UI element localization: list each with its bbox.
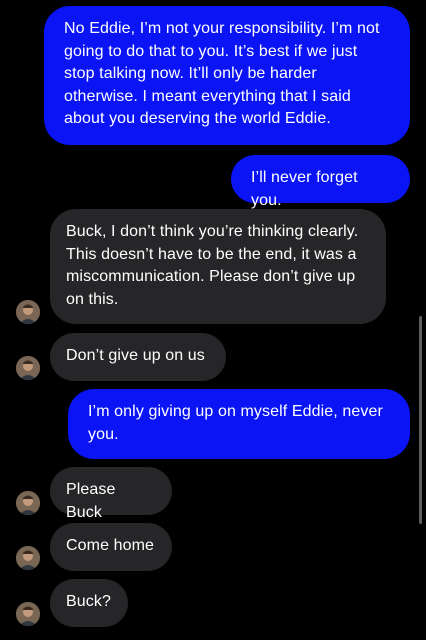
message-text: Please Buck (66, 481, 116, 521)
message-text: Buck, I don’t think you’re thinking clea… (66, 223, 359, 308)
contact-avatar-icon[interactable] (16, 491, 40, 515)
incoming-message[interactable]: Please Buck (50, 467, 172, 521)
message-text: Don’t give up on us (66, 347, 205, 364)
incoming-message[interactable]: Come home (50, 523, 172, 571)
outgoing-message[interactable]: No Eddie, I’m not your responsibility. I… (44, 6, 410, 145)
message-text: I’m only giving up on myself Eddie, neve… (88, 403, 383, 443)
incoming-message[interactable]: Buck, I don’t think you’re thinking clea… (50, 209, 386, 324)
outgoing-message[interactable]: I’ll never forget you. (231, 155, 410, 209)
message-text: Buck? (66, 593, 111, 610)
message-text: I’ll never forget you. (251, 169, 358, 209)
outgoing-message[interactable]: I’m only giving up on myself Eddie, neve… (68, 389, 410, 459)
contact-avatar-icon[interactable] (16, 546, 40, 570)
contact-avatar-icon[interactable] (16, 602, 40, 626)
incoming-message[interactable]: Buck? (50, 579, 128, 627)
contact-avatar-icon[interactable] (16, 356, 40, 380)
contact-avatar-icon[interactable] (16, 300, 40, 324)
message-thread[interactable]: No Eddie, I’m not your responsibility. I… (0, 0, 426, 640)
message-text: Come home (66, 537, 155, 554)
message-text: No Eddie, I’m not your responsibility. I… (64, 20, 380, 127)
incoming-message[interactable]: Don’t give up on us (50, 333, 226, 381)
scrollbar[interactable] (419, 316, 422, 524)
